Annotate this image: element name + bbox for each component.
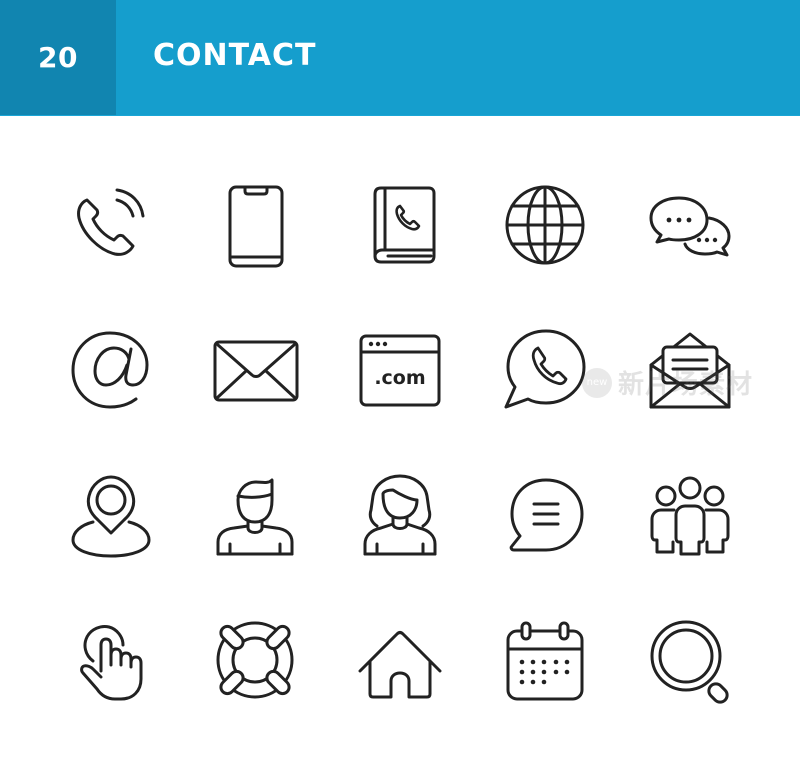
globe-icon xyxy=(500,180,590,270)
icon-grid: .com xyxy=(0,0,800,771)
open-envelope-letter-icon xyxy=(645,325,735,415)
envelope-icon xyxy=(210,325,300,415)
home-icon xyxy=(355,615,445,705)
female-user-icon xyxy=(355,470,445,560)
male-user-icon xyxy=(210,470,300,560)
whatsapp-phone-bubble-icon xyxy=(500,325,590,415)
tap-hand-icon xyxy=(65,615,155,705)
search-magnifier-icon xyxy=(645,615,735,705)
smartphone-icon xyxy=(210,180,300,270)
phone-call-icon xyxy=(65,180,155,270)
location-pin-icon xyxy=(65,470,155,560)
phone-book-icon xyxy=(355,180,445,270)
message-bubble-icon xyxy=(500,470,590,560)
chat-bubbles-icon xyxy=(645,180,735,270)
team-group-icon xyxy=(645,470,735,560)
lifebuoy-support-icon xyxy=(210,615,300,705)
at-sign-icon xyxy=(65,325,155,415)
calendar-icon xyxy=(500,615,590,705)
website-com-icon: .com xyxy=(355,325,445,415)
com-label: .com xyxy=(374,367,425,389)
